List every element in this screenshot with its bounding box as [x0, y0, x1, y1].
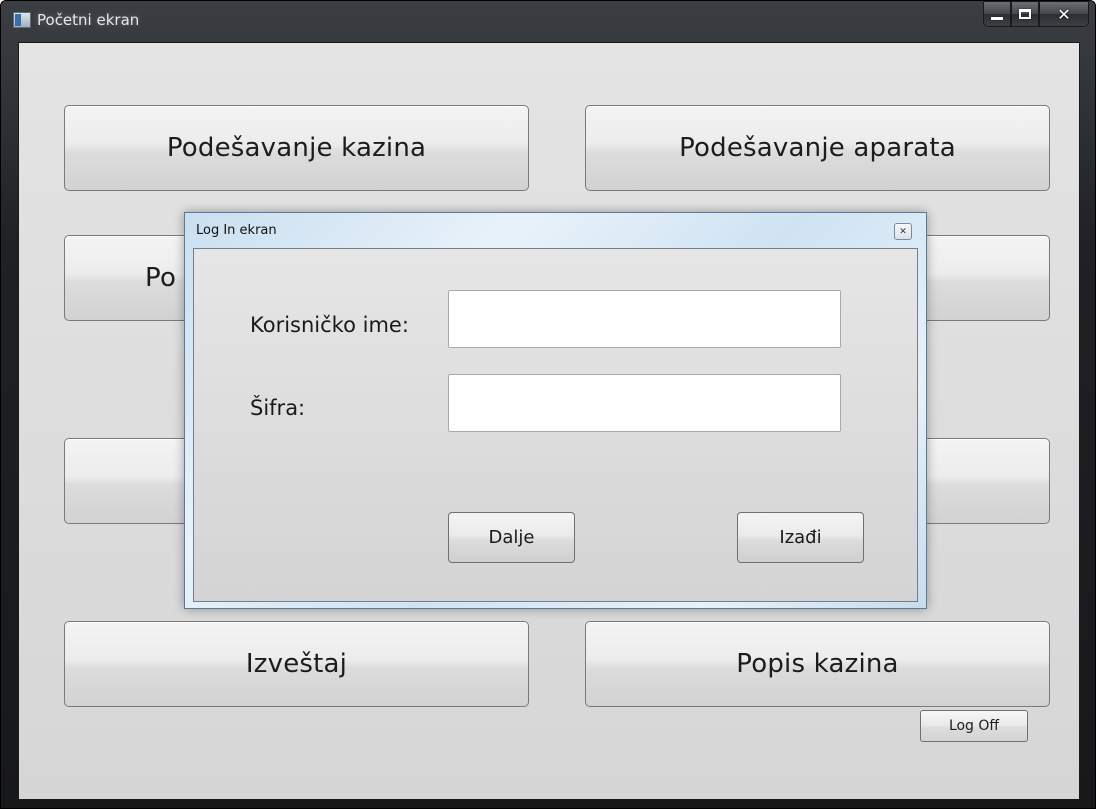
close-icon: ✕ [1057, 4, 1071, 24]
username-label: Korisničko ime: [250, 313, 409, 337]
password-input[interactable] [448, 374, 841, 432]
setup-casino-button[interactable]: Podešavanje kazina [64, 105, 529, 191]
row2-left-label: Po [145, 263, 177, 293]
main-titlebar[interactable]: Početni ekran ✕ [1, 1, 1095, 41]
login-dialog-client: Korisničko ime: Šifra: Dalje Izađi [193, 248, 918, 602]
login-dialog: Log In ekran ✕ Korisničko ime: Šifra: Da… [184, 212, 927, 609]
maximize-button[interactable] [1011, 1, 1039, 27]
next-button[interactable]: Dalje [448, 512, 575, 563]
exit-button[interactable]: Izađi [737, 512, 864, 563]
app-window-icon[interactable] [13, 12, 31, 28]
setup-machines-button[interactable]: Podešavanje aparata [585, 105, 1050, 191]
log-off-button[interactable]: Log Off [920, 710, 1028, 742]
next-button-label: Dalje [488, 527, 535, 548]
close-icon: ✕ [899, 226, 907, 237]
report-label: Izveštaj [245, 649, 348, 679]
maximize-icon [1019, 9, 1031, 19]
exit-button-label: Izađi [779, 527, 822, 548]
casino-list-label: Popis kazina [736, 649, 899, 679]
password-label: Šifra: [250, 396, 306, 420]
log-off-label: Log Off [948, 718, 1000, 734]
casino-list-button[interactable]: Popis kazina [585, 621, 1050, 707]
window-caption-buttons: ✕ [983, 1, 1089, 27]
report-button[interactable]: Izveštaj [64, 621, 529, 707]
setup-machines-label: Podešavanje aparata [679, 133, 956, 163]
login-dialog-title: Log In ekran [196, 223, 277, 238]
username-input[interactable] [448, 290, 841, 348]
minimize-icon [991, 16, 1003, 20]
minimize-button[interactable] [983, 1, 1011, 27]
setup-casino-label: Podešavanje kazina [166, 133, 427, 163]
close-window-button[interactable]: ✕ [1039, 1, 1089, 27]
main-window-title: Početni ekran [37, 11, 140, 29]
dialog-close-button[interactable]: ✕ [894, 223, 912, 240]
